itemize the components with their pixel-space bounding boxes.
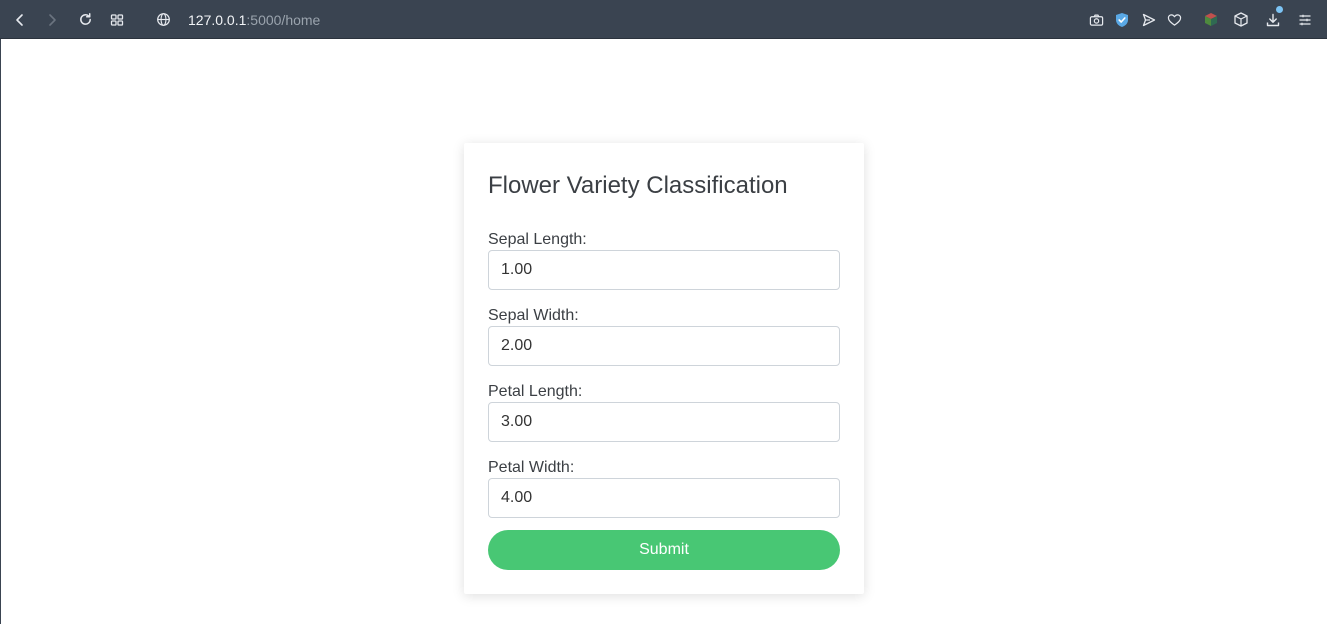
globe-icon[interactable] [148, 0, 178, 39]
sepal-width-input[interactable] [488, 326, 840, 366]
shield-icon[interactable] [1110, 0, 1134, 39]
back-icon[interactable] [5, 0, 35, 39]
download-icon[interactable] [1261, 0, 1285, 39]
address-bar[interactable]: 127.0.0.1:5000/home [188, 0, 320, 39]
tab-grid-icon[interactable] [102, 0, 132, 39]
send-icon[interactable] [1137, 0, 1161, 39]
box-icon[interactable] [1229, 0, 1253, 39]
submit-button[interactable]: Submit [488, 530, 840, 570]
classification-form-card: Flower Variety Classification Sepal Leng… [464, 143, 864, 594]
petal-width-input[interactable] [488, 478, 840, 518]
petal-length-input[interactable] [488, 402, 840, 442]
extension-cube-icon[interactable] [1199, 0, 1223, 39]
forward-icon[interactable] [37, 0, 67, 39]
reload-icon[interactable] [70, 0, 100, 39]
petal-length-label: Petal Length: [488, 383, 583, 400]
page-title: Flower Variety Classification [488, 172, 788, 199]
menu-icon[interactable] [1293, 0, 1317, 39]
camera-icon[interactable] [1084, 0, 1108, 39]
sepal-length-input[interactable] [488, 250, 840, 290]
sepal-width-label: Sepal Width: [488, 307, 579, 324]
url-host: 127.0.0.1 [188, 11, 247, 28]
browser-toolbar: 127.0.0.1:5000/home [0, 0, 1327, 39]
sepal-length-label: Sepal Length: [488, 231, 587, 248]
petal-width-label: Petal Width: [488, 459, 575, 476]
download-badge [1276, 6, 1283, 13]
heart-icon[interactable] [1162, 0, 1186, 39]
window-border [0, 39, 1, 624]
url-path: :5000/home [246, 11, 321, 28]
